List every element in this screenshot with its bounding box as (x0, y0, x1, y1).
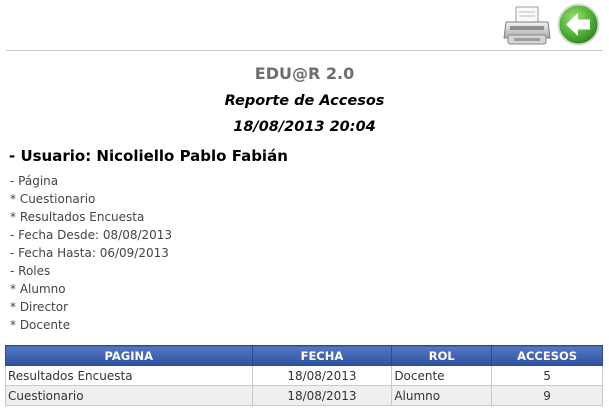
cell-fecha: 18/08/2013 (251, 365, 393, 386)
cell-fecha: 18/08/2013 (251, 385, 393, 406)
table-header-row: PAGINA FECHA ROL ACCESOS (5, 345, 603, 366)
filter-item: - Fecha Hasta: 06/09/2013 (10, 246, 169, 260)
column-header-rol: ROL (391, 345, 493, 366)
back-button[interactable] (557, 3, 600, 46)
cell-rol: Docente (391, 365, 493, 386)
cell-pagina: Cuestionario (5, 385, 253, 406)
app-title: EDU@R 2.0 (254, 64, 355, 83)
filter-item: - Página (10, 174, 59, 188)
table-row: Cuestionario 18/08/2013 Alumno 9 (5, 385, 603, 406)
cell-accesos: 5 (491, 365, 603, 386)
filter-list: - Página * Cuestionario * Resultados Enc… (10, 174, 172, 336)
report-title: Reporte de Accesos (224, 93, 385, 109)
filter-item: * Cuestionario (10, 192, 96, 206)
filter-item: * Resultados Encuesta (10, 210, 145, 224)
accesos-table: PAGINA FECHA ROL ACCESOS Resultados Encu… (5, 345, 603, 406)
cell-rol: Alumno (391, 385, 493, 406)
table-row: Resultados Encuesta 18/08/2013 Docente 5 (5, 365, 603, 386)
column-header-fecha: FECHA (251, 345, 393, 366)
filter-item: * Alumno (10, 282, 66, 296)
filter-item: - Fecha Desde: 08/08/2013 (10, 228, 173, 242)
toolbar (0, 0, 609, 52)
cell-accesos: 9 (491, 385, 603, 406)
header-divider (6, 50, 603, 51)
report-datetime: 18/08/2013 20:04 (233, 119, 376, 135)
user-name: - Usuario: Nicoliello Pablo Fabián (9, 147, 288, 165)
filter-item: - Roles (10, 264, 51, 278)
cell-pagina: Resultados Encuesta (5, 365, 253, 386)
column-header-pagina: PAGINA (5, 345, 253, 366)
filter-item: * Docente (10, 318, 71, 332)
column-header-accesos: ACCESOS (491, 345, 603, 366)
printer-icon (503, 6, 551, 45)
back-arrow-icon (557, 3, 600, 46)
filter-item: * Director (10, 300, 69, 314)
print-button[interactable] (502, 5, 552, 47)
